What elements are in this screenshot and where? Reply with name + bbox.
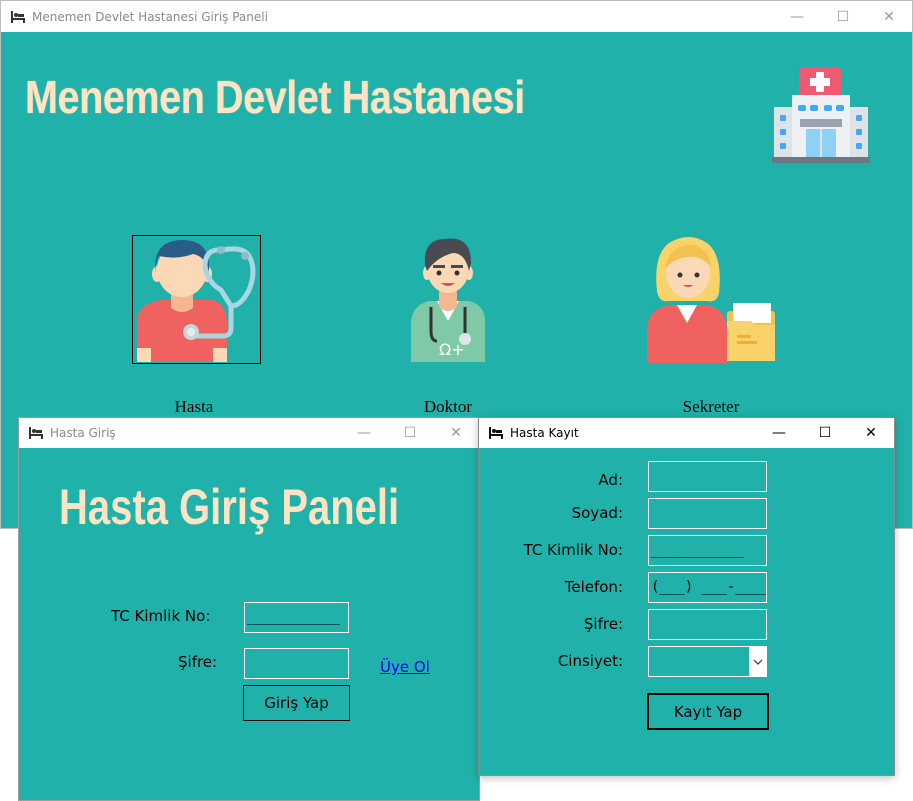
role-button-doctor[interactable]: Ω+ bbox=[385, 235, 514, 364]
register-phone-input[interactable]: (___) ___-____ bbox=[648, 572, 767, 603]
login-button[interactable]: Giriş Yap bbox=[243, 685, 350, 721]
patient-register-window: Hasta Kayıt — ☐ ✕ Ad: Soyad: TC Kimlik N… bbox=[478, 417, 895, 776]
register-tc-label: TC Kimlik No: bbox=[523, 541, 623, 559]
doctor-icon: Ω+ bbox=[411, 238, 485, 363]
register-password-label: Şifre: bbox=[583, 615, 623, 633]
register-name-input[interactable] bbox=[648, 461, 767, 492]
close-icon[interactable]: ✕ bbox=[848, 418, 894, 448]
login-titlebar[interactable]: Hasta Giriş — ☐ ✕ bbox=[19, 418, 479, 448]
tc-input[interactable]: ___________ bbox=[244, 602, 349, 633]
close-icon[interactable]: ✕ bbox=[866, 2, 912, 32]
register-surname-label: Soyad: bbox=[571, 504, 623, 522]
role-button-secretary[interactable] bbox=[647, 235, 776, 364]
tc-label: TC Kimlik No: bbox=[111, 607, 211, 625]
register-name-label: Ad: bbox=[598, 471, 623, 489]
minimize-icon[interactable]: — bbox=[341, 418, 387, 448]
chevron-down-icon[interactable] bbox=[749, 647, 766, 676]
maximize-icon[interactable]: ☐ bbox=[387, 418, 433, 448]
register-phone-label: Telefon: bbox=[564, 578, 623, 596]
secretary-icon bbox=[647, 237, 775, 363]
minimize-icon[interactable]: — bbox=[756, 418, 802, 448]
hospital-building-icon bbox=[772, 67, 870, 163]
hospital-bed-icon bbox=[489, 427, 503, 439]
register-password-input[interactable] bbox=[648, 609, 767, 640]
login-heading: Hasta Giriş Paneli bbox=[59, 479, 400, 535]
svg-text:Ω+: Ω+ bbox=[439, 340, 465, 359]
role-button-patient[interactable] bbox=[132, 235, 261, 364]
register-link[interactable]: Üye Ol bbox=[380, 658, 430, 676]
close-icon[interactable]: ✕ bbox=[433, 418, 479, 448]
patient-icon bbox=[137, 240, 256, 362]
maximize-icon[interactable]: ☐ bbox=[802, 418, 848, 448]
register-surname-input[interactable] bbox=[648, 498, 767, 529]
maximize-icon[interactable]: ☐ bbox=[820, 2, 866, 32]
page-title: Menemen Devlet Hastanesi bbox=[25, 71, 525, 123]
gender-select[interactable] bbox=[648, 646, 767, 677]
hospital-bed-icon bbox=[29, 427, 43, 439]
role-label-patient: Hasta bbox=[174, 397, 214, 416]
login-window-title: Hasta Giriş bbox=[50, 426, 116, 440]
hospital-bed-icon bbox=[11, 10, 25, 23]
patient-login-window: Hasta Giriş — ☐ ✕ Hasta Giriş Paneli TC … bbox=[18, 417, 480, 801]
password-input[interactable] bbox=[244, 648, 349, 679]
minimize-icon[interactable]: — bbox=[774, 2, 820, 32]
role-label-doctor: Doktor bbox=[423, 397, 473, 416]
register-window-title: Hasta Kayıt bbox=[510, 426, 579, 440]
register-titlebar[interactable]: Hasta Kayıt — ☐ ✕ bbox=[479, 418, 894, 448]
register-gender-label: Cinsiyet: bbox=[557, 652, 623, 670]
main-titlebar[interactable]: Menemen Devlet Hastanesi Giriş Paneli — … bbox=[1, 1, 912, 32]
register-button[interactable]: Kayıt Yap bbox=[647, 693, 769, 730]
main-window-title: Menemen Devlet Hastanesi Giriş Paneli bbox=[32, 9, 268, 24]
role-label-secretary: Sekreter bbox=[682, 397, 740, 416]
login-client-area: Hasta Giriş Paneli TC Kimlik No: _______… bbox=[19, 448, 479, 800]
register-client-area: Ad: Soyad: TC Kimlik No: ___________ Tel… bbox=[479, 448, 894, 775]
password-label: Şifre: bbox=[178, 653, 218, 671]
register-tc-input[interactable]: ___________ bbox=[648, 535, 767, 566]
